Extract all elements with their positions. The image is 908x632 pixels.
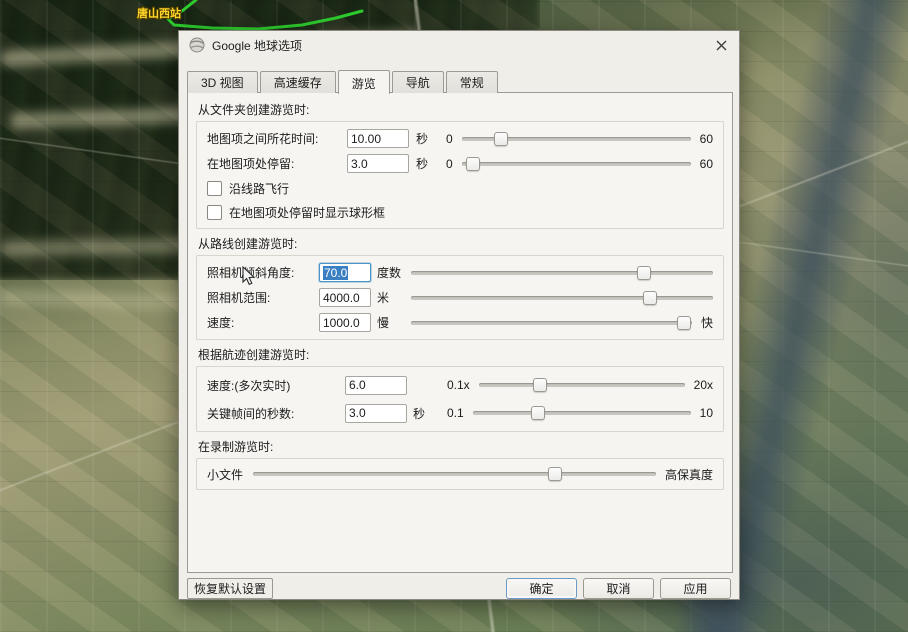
tab-navigation[interactable]: 导航 bbox=[392, 71, 444, 93]
gps-track-line bbox=[168, 0, 362, 29]
camera-range-unit: 米 bbox=[377, 289, 405, 306]
record-quality-max-label: 高保真度 bbox=[665, 466, 713, 483]
slider-handle[interactable] bbox=[643, 291, 657, 305]
slider-track bbox=[411, 321, 692, 325]
slider-max-label: 10 bbox=[700, 406, 713, 420]
tab-general[interactable]: 常规 bbox=[446, 71, 498, 93]
slider-min-label: 0 bbox=[446, 157, 453, 171]
show-balloon-row: 在地图项处停留时显示球形框 bbox=[199, 200, 721, 224]
camera-tilt-row: 照相机倾斜角度: 70.0 度数 bbox=[199, 260, 721, 285]
path-section-group: 照相机倾斜角度: 70.0 度数 照相机范围: 4000.0 米 bbox=[196, 255, 724, 340]
slider-max-label: 60 bbox=[700, 132, 713, 146]
camera-range-row: 照相机范围: 4000.0 米 bbox=[199, 285, 721, 310]
keyframes-unit: 秒 bbox=[413, 405, 429, 422]
record-quality-slider[interactable] bbox=[253, 466, 656, 482]
wait-at-input[interactable]: 3.0 bbox=[347, 154, 409, 173]
dialog-footer: 恢复默认设置 确定 取消 应用 bbox=[187, 577, 731, 599]
keyframes-label: 关键帧间的秒数: bbox=[207, 405, 345, 422]
slider-handle[interactable] bbox=[466, 157, 480, 171]
keyframes-slider[interactable] bbox=[473, 405, 691, 421]
camera-range-slider[interactable] bbox=[411, 290, 713, 306]
time-between-row: 地图项之间所花时间: 10.00 秒 0 60 bbox=[199, 126, 721, 151]
show-balloon-checkbox[interactable] bbox=[207, 205, 222, 220]
slider-handle[interactable] bbox=[533, 378, 547, 392]
slider-handle[interactable] bbox=[677, 316, 691, 330]
ok-button[interactable]: 确定 bbox=[506, 578, 577, 599]
slider-track bbox=[479, 383, 685, 387]
fly-along-lines-label: 沿线路飞行 bbox=[229, 180, 289, 197]
camera-tilt-unit: 度数 bbox=[377, 264, 405, 281]
path-speed-input[interactable]: 1000.0 bbox=[319, 313, 371, 332]
record-quality-min-label: 小文件 bbox=[207, 466, 243, 483]
google-earth-logo-icon bbox=[189, 37, 205, 53]
time-between-label: 地图项之间所花时间: bbox=[207, 130, 347, 147]
path-speed-label: 速度: bbox=[207, 314, 319, 331]
section-heading-track: 根据航迹创建游览时: bbox=[198, 346, 724, 363]
tab-touring[interactable]: 游览 bbox=[338, 70, 390, 94]
slider-min-label: 0.1 bbox=[447, 406, 464, 420]
keyframes-input[interactable]: 3.0 bbox=[345, 404, 407, 423]
dialog-title: Google 地球选项 bbox=[212, 37, 302, 54]
track-speed-row: 速度:(多次实时) 6.0 0.1x 20x bbox=[199, 371, 721, 399]
slider-handle[interactable] bbox=[548, 467, 562, 481]
track-speed-slider[interactable] bbox=[479, 377, 685, 393]
map-place-label: 唐山西站 bbox=[137, 6, 181, 20]
slider-max-label: 60 bbox=[700, 157, 713, 171]
slider-track bbox=[473, 411, 691, 415]
slider-track bbox=[253, 472, 656, 476]
section-heading-record: 在录制游览时: bbox=[198, 438, 724, 455]
slider-handle[interactable] bbox=[637, 266, 651, 280]
section-heading-folder: 从文件夹创建游览时: bbox=[198, 101, 724, 118]
dialog-titlebar[interactable]: Google 地球选项 bbox=[179, 31, 739, 59]
apply-button[interactable]: 应用 bbox=[660, 578, 731, 599]
record-quality-row: 小文件 高保真度 bbox=[199, 463, 721, 485]
tab-3d-view[interactable]: 3D 视图 bbox=[187, 71, 258, 93]
time-between-slider[interactable] bbox=[462, 131, 691, 147]
time-between-input[interactable]: 10.00 bbox=[347, 129, 409, 148]
folder-section-group: 地图项之间所花时间: 10.00 秒 0 60 在地图项处停留: 3.0 秒 0 bbox=[196, 121, 724, 229]
track-speed-input[interactable]: 6.0 bbox=[345, 376, 407, 395]
keyframes-row: 关键帧间的秒数: 3.0 秒 0.1 10 bbox=[199, 399, 721, 427]
wait-at-unit: 秒 bbox=[416, 155, 428, 172]
track-speed-label: 速度:(多次实时) bbox=[207, 377, 345, 394]
time-between-unit: 秒 bbox=[416, 130, 428, 147]
cancel-button[interactable]: 取消 bbox=[583, 578, 654, 599]
close-button[interactable] bbox=[713, 37, 729, 53]
screen: 唐山西站 Google 地球选项 3D 视图 高速缓存 游览 导航 常规 bbox=[0, 0, 908, 632]
slider-min-label: 0.1x bbox=[447, 378, 470, 392]
options-dialog: Google 地球选项 3D 视图 高速缓存 游览 导航 常规 从文件夹创建游览… bbox=[178, 30, 740, 600]
slider-max-label: 20x bbox=[694, 378, 713, 392]
fly-along-lines-row: 沿线路飞行 bbox=[199, 176, 721, 200]
slider-handle[interactable] bbox=[531, 406, 545, 420]
show-balloon-label: 在地图项处停留时显示球形框 bbox=[229, 204, 385, 221]
slider-track bbox=[411, 296, 713, 300]
camera-range-input[interactable]: 4000.0 bbox=[319, 288, 371, 307]
fly-along-lines-checkbox[interactable] bbox=[207, 181, 222, 196]
slider-min-label: 0 bbox=[446, 132, 453, 146]
wait-at-label: 在地图项处停留: bbox=[207, 155, 347, 172]
track-section-group: 速度:(多次实时) 6.0 0.1x 20x 关键帧间的秒数: 3.0 秒 0.… bbox=[196, 366, 724, 432]
camera-range-label: 照相机范围: bbox=[207, 289, 319, 306]
camera-tilt-slider[interactable] bbox=[411, 265, 713, 281]
restore-defaults-button[interactable]: 恢复默认设置 bbox=[187, 578, 273, 599]
path-speed-slow-label: 慢 bbox=[377, 314, 405, 331]
tab-cache[interactable]: 高速缓存 bbox=[260, 71, 336, 93]
wait-at-row: 在地图项处停留: 3.0 秒 0 60 bbox=[199, 151, 721, 176]
slider-handle[interactable] bbox=[494, 132, 508, 146]
slider-track bbox=[411, 271, 713, 275]
camera-tilt-label: 照相机倾斜角度: bbox=[207, 264, 319, 281]
tab-bar: 3D 视图 高速缓存 游览 导航 常规 bbox=[187, 69, 500, 93]
close-icon bbox=[716, 40, 727, 51]
camera-tilt-input[interactable]: 70.0 bbox=[319, 263, 371, 282]
wait-at-slider[interactable] bbox=[462, 156, 691, 172]
path-speed-fast-label: 快 bbox=[701, 314, 713, 331]
record-section-group: 小文件 高保真度 bbox=[196, 458, 724, 490]
touring-tab-panel: 从文件夹创建游览时: 地图项之间所花时间: 10.00 秒 0 60 在地图项处… bbox=[187, 92, 733, 573]
slider-track bbox=[462, 162, 691, 166]
path-speed-row: 速度: 1000.0 慢 快 bbox=[199, 310, 721, 335]
section-heading-path: 从路线创建游览时: bbox=[198, 235, 724, 252]
path-speed-slider[interactable] bbox=[411, 315, 692, 331]
